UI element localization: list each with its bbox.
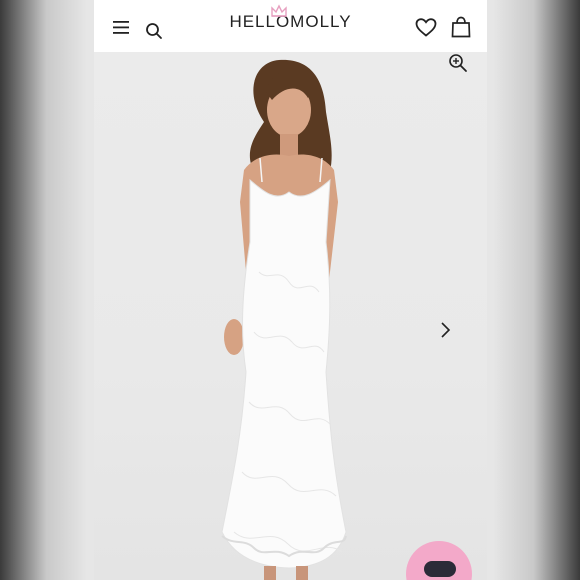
next-image-icon[interactable] xyxy=(438,320,452,340)
chat-icon xyxy=(424,561,456,577)
zoom-icon[interactable] xyxy=(448,53,468,73)
heart-icon[interactable] xyxy=(415,18,437,37)
model-illustration xyxy=(221,59,347,580)
app-screen: HELLOMOLLY xyxy=(94,0,487,580)
crown-icon xyxy=(271,4,287,17)
bag-icon[interactable] xyxy=(451,16,471,38)
product-image[interactable] xyxy=(94,52,487,580)
brand-name: HELLOMOLLY xyxy=(229,12,352,31)
site-header: HELLOMOLLY xyxy=(94,0,487,53)
